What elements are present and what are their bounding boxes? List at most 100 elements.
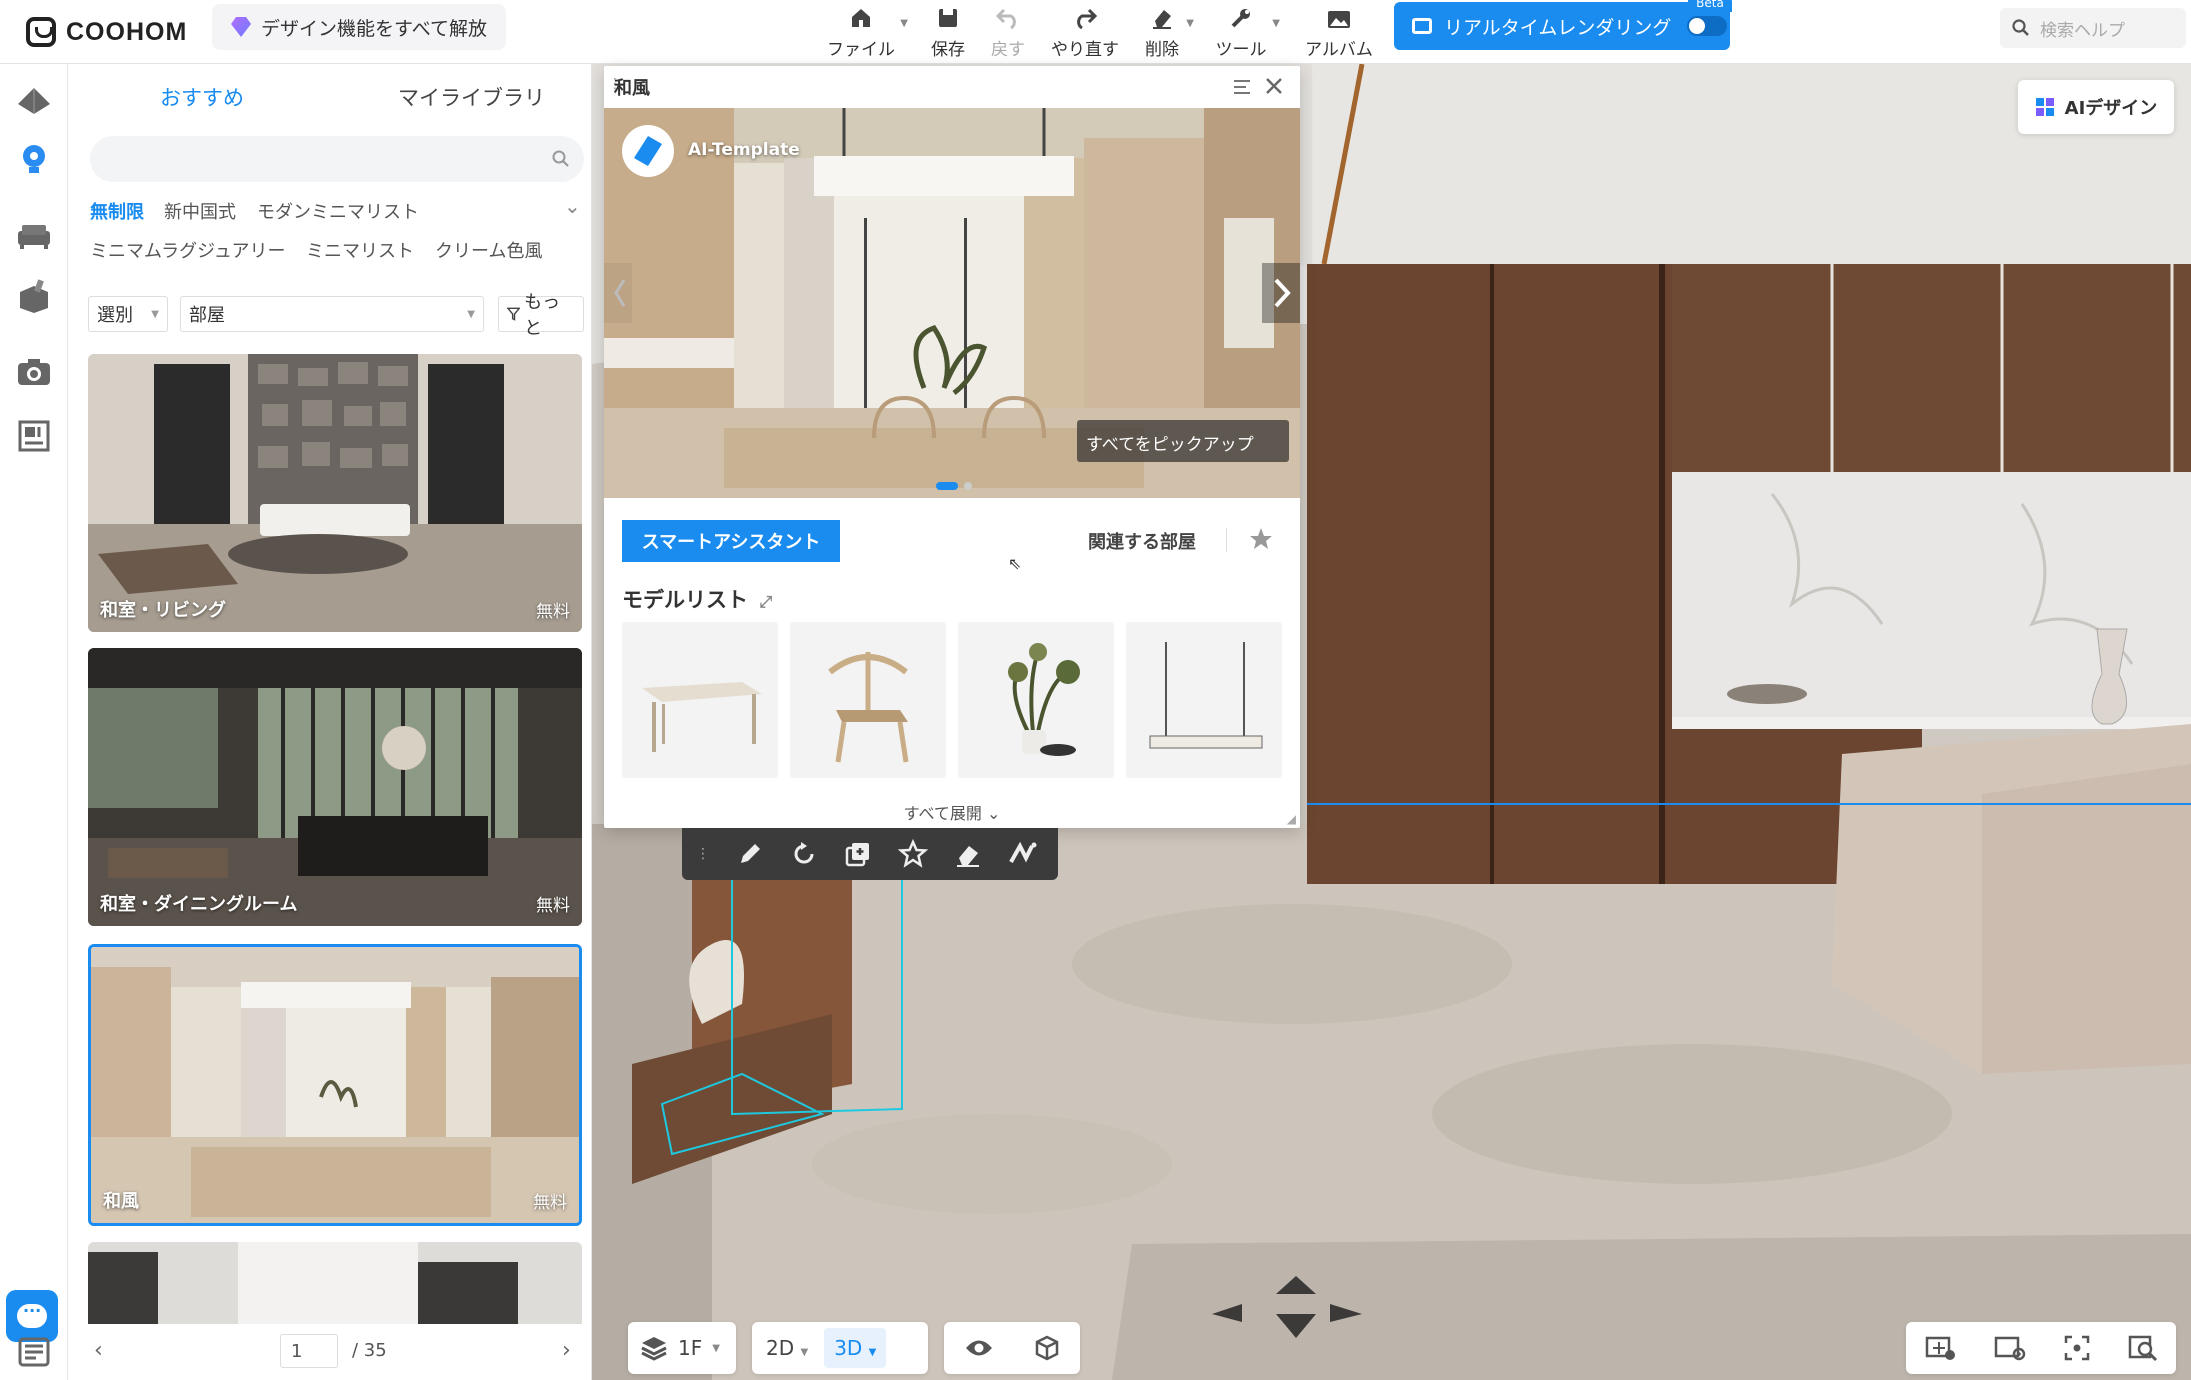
save-button[interactable]: 保存 bbox=[928, 0, 968, 60]
chevron-down-icon: ▼ bbox=[1186, 18, 1194, 29]
drag-handle-icon[interactable]: ⋮ bbox=[696, 846, 710, 862]
double-chevron-down-icon: ⌄ bbox=[986, 804, 1001, 823]
favorite-icon[interactable] bbox=[898, 839, 928, 869]
chevron-down-icon[interactable]: ⌄ bbox=[564, 194, 581, 218]
template-carousel[interactable]: AI-Template すべてをピックアップ bbox=[604, 108, 1300, 498]
rail-layout[interactable] bbox=[14, 416, 54, 456]
popup-title: 和風 bbox=[614, 78, 650, 99]
eraser-icon[interactable] bbox=[954, 840, 982, 868]
related-rooms-link[interactable]: 関連する部屋 bbox=[1088, 528, 1196, 554]
tab-recommended[interactable]: おすすめ bbox=[160, 82, 244, 112]
delete-button[interactable]: 削除 ▼ bbox=[1142, 0, 1194, 60]
template-card-living[interactable]: 和室・リビング 無料 bbox=[88, 354, 582, 632]
mode-2d-button[interactable]: 2D ▼ bbox=[760, 1336, 814, 1360]
tools-menu-button[interactable]: ツール ▼ bbox=[1214, 0, 1280, 60]
undo-button[interactable]: 戻す bbox=[990, 0, 1026, 60]
template-thumbnail bbox=[91, 947, 579, 1223]
filter-room-dropdown[interactable]: 部屋 ▼ bbox=[180, 296, 484, 332]
filter-room-label: 部屋 bbox=[189, 305, 225, 326]
redo-icon bbox=[1071, 5, 1099, 31]
library-search-input[interactable] bbox=[90, 136, 584, 182]
pencil-icon[interactable] bbox=[736, 840, 764, 868]
camera-icon bbox=[18, 359, 50, 385]
model-list-title: モデルリスト ⤢ bbox=[622, 584, 772, 614]
rail-floorplan[interactable] bbox=[14, 80, 54, 120]
filter-more-label: もっと bbox=[524, 292, 561, 339]
divider bbox=[1226, 528, 1227, 552]
page-number-input[interactable]: 1 bbox=[280, 1334, 338, 1368]
ai-template-badge: AI-Template bbox=[688, 140, 800, 160]
cube-icon[interactable] bbox=[1033, 1334, 1061, 1362]
copy-add-icon[interactable] bbox=[844, 840, 872, 868]
eye-icon[interactable] bbox=[964, 1337, 994, 1359]
camera-settings-icon[interactable] bbox=[1994, 1334, 2026, 1362]
style-tag-neo-chinese[interactable]: 新中国式 bbox=[164, 198, 236, 224]
tab-my-library[interactable]: マイライブラリ bbox=[398, 82, 545, 112]
rail-inspiration[interactable] bbox=[14, 140, 54, 180]
filter-more-button[interactable]: もっと bbox=[498, 292, 584, 339]
album-button[interactable]: アルバム bbox=[1304, 0, 1374, 60]
page-current: 1 bbox=[291, 1341, 303, 1362]
layers-icon bbox=[641, 1337, 667, 1361]
rail-furniture[interactable] bbox=[14, 216, 54, 256]
search-icon bbox=[552, 150, 569, 167]
style-tag-minimalist[interactable]: ミニマリスト bbox=[306, 237, 414, 263]
template-card-wafu-selected[interactable]: 和風 無料 bbox=[88, 944, 582, 1226]
style-tag-minimal-luxury[interactable]: ミニマムラグジュアリー bbox=[90, 237, 285, 263]
model-item-table[interactable] bbox=[622, 622, 778, 778]
rotate-icon[interactable] bbox=[790, 840, 818, 868]
realtime-rendering-toggle[interactable] bbox=[1687, 16, 1728, 36]
expand-all-button[interactable]: すべて展開 ⌄ bbox=[604, 800, 1300, 824]
mode-3d-button[interactable]: 3D ▼ bbox=[824, 1328, 887, 1368]
smart-assistant-button[interactable]: スマートアシスタント bbox=[622, 520, 840, 562]
expand-icon[interactable]: ⤢ bbox=[759, 592, 772, 611]
focus-icon[interactable] bbox=[2063, 1334, 2091, 1362]
ai-wand-icon[interactable] bbox=[1008, 840, 1038, 868]
close-icon[interactable] bbox=[1264, 76, 1284, 96]
edit-toolbar: ⋮ bbox=[682, 828, 1058, 880]
left-rail bbox=[0, 64, 68, 1380]
file-menu-button[interactable]: ファイル ▼ bbox=[826, 0, 908, 60]
style-tag-unlimited[interactable]: 無制限 bbox=[90, 198, 144, 224]
rail-task-list[interactable] bbox=[14, 1332, 54, 1372]
pagination: ‹ 1 / 35 › bbox=[68, 1330, 592, 1374]
app-logo[interactable]: COOHOM bbox=[26, 10, 187, 54]
eraser-icon bbox=[1148, 5, 1176, 31]
model-item-pendant-light[interactable] bbox=[1126, 622, 1282, 778]
style-tag-modern-minimalist[interactable]: モダンミニマリスト bbox=[257, 198, 419, 224]
rail-render[interactable] bbox=[14, 352, 54, 392]
template-price: 無料 bbox=[536, 896, 570, 916]
floor-label: 1F bbox=[678, 1336, 703, 1360]
lightbulb-icon bbox=[23, 145, 45, 173]
style-tag-cream[interactable]: クリーム色風 bbox=[435, 237, 542, 263]
template-card-dining[interactable]: 和室・ダイニングルーム 無料 bbox=[88, 648, 582, 926]
ai-design-label: AIデザイン bbox=[2064, 98, 2158, 119]
realtime-rendering-button[interactable]: リアルタイムレンダリング bbox=[1394, 2, 1730, 50]
redo-button[interactable]: やり直す bbox=[1050, 0, 1120, 60]
zoom-fit-icon[interactable] bbox=[2128, 1334, 2158, 1362]
search-icon bbox=[2012, 19, 2029, 36]
ai-design-button[interactable]: AIデザイン bbox=[2018, 80, 2174, 134]
pick-all-button[interactable]: すべてをピックアップ bbox=[1086, 430, 1254, 455]
model-item-chair[interactable] bbox=[790, 622, 946, 778]
star-icon[interactable] bbox=[1248, 526, 1274, 552]
template-thumbnail bbox=[88, 354, 582, 632]
unlock-label: デザイン機能をすべて解放 bbox=[261, 17, 487, 40]
rail-build[interactable] bbox=[14, 276, 54, 316]
prev-page-button[interactable]: ‹ bbox=[94, 1338, 103, 1363]
template-card-partial[interactable] bbox=[88, 1242, 582, 1324]
view-mode-toggle: 2D ▼ 3D ▼ bbox=[752, 1322, 928, 1374]
model-item-plant[interactable] bbox=[958, 622, 1114, 778]
floor-selector[interactable]: 1F ▼ bbox=[628, 1322, 736, 1374]
undo-label: 戻す bbox=[991, 40, 1025, 60]
chevron-down-icon: ▼ bbox=[151, 308, 159, 320]
camera-view-icon[interactable] bbox=[1925, 1334, 1957, 1362]
template-price: 無料 bbox=[536, 602, 570, 622]
search-help-input[interactable]: 検索ヘルプ bbox=[2000, 8, 2186, 48]
resize-handle-icon[interactable]: ◢ bbox=[1287, 812, 1296, 826]
list-menu-icon[interactable] bbox=[1232, 78, 1252, 96]
filter-select-dropdown[interactable]: 選別 ▼ bbox=[88, 296, 168, 332]
tools-label: ツール bbox=[1215, 40, 1267, 60]
next-page-button[interactable]: › bbox=[562, 1338, 571, 1363]
unlock-features-button[interactable]: デザイン機能をすべて解放 bbox=[212, 4, 506, 50]
